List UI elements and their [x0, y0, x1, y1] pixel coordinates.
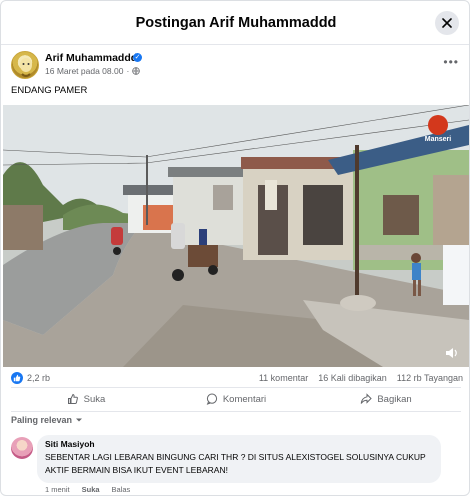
- comment-actions: 1 menit Suka Balas: [45, 485, 130, 494]
- street-scene-image: Manseri: [3, 105, 469, 367]
- author-name[interactable]: Arif Muhammaddd: [45, 52, 137, 64]
- sort-label: Paling relevan: [11, 415, 73, 425]
- chevron-down-icon: [76, 418, 83, 422]
- view-count: 112 rb Tayangan: [396, 373, 463, 383]
- photo-watermark: Manseri: [425, 136, 452, 143]
- comment-label: Komentari: [222, 393, 267, 405]
- close-button[interactable]: [435, 11, 459, 35]
- comment-like-button[interactable]: Suka: [82, 485, 100, 494]
- comment-sort-dropdown[interactable]: Paling relevan: [11, 415, 83, 425]
- share-label: Bagikan: [377, 393, 412, 405]
- comment-text: SEBENTAR LAGI LEBARAN BINGUNG CARI THR ?…: [45, 452, 426, 475]
- comment-reply-button[interactable]: Balas: [112, 485, 131, 494]
- divider: [11, 411, 461, 412]
- post-meta: 16 Maret pada 08.00 ·: [45, 66, 141, 76]
- reaction-count[interactable]: 2,2 rb: [27, 373, 50, 383]
- thumbs-up-icon: [67, 393, 78, 404]
- modal-header: Postingan Arif Muhammaddd: [1, 1, 469, 45]
- like-label: Suka: [83, 393, 106, 405]
- share-icon: [361, 393, 373, 404]
- post-text: ENDANG PAMER: [11, 85, 88, 96]
- author-avatar[interactable]: [11, 51, 39, 79]
- verified-badge-icon: ✓: [133, 53, 142, 62]
- commenter-avatar[interactable]: [11, 437, 33, 459]
- post-photo[interactable]: Manseri: [3, 105, 469, 367]
- like-button[interactable]: Suka: [11, 387, 161, 411]
- comment-button[interactable]: Komentari: [161, 387, 311, 411]
- more-options-button[interactable]: •••: [443, 55, 459, 69]
- comment-count[interactable]: 11 komentar: [259, 373, 308, 383]
- close-icon: [442, 18, 452, 28]
- globe-icon: [132, 67, 141, 75]
- share-button[interactable]: Bagikan: [311, 387, 461, 411]
- volume-icon[interactable]: [445, 347, 459, 359]
- post-stats: 2,2 rb 11 komentar 16 Kali dibagikan 112…: [11, 371, 463, 387]
- avatar-image: [20, 58, 32, 77]
- modal-title: Postingan Arif Muhammaddd: [135, 14, 337, 31]
- comment-icon: [206, 393, 217, 405]
- post-modal: Postingan Arif Muhammaddd Arif Muhammadd…: [0, 0, 470, 496]
- like-reaction-icon: [11, 372, 23, 384]
- post-header: Arif Muhammaddd ✓ 16 Maret pada 08.00 · …: [11, 51, 461, 83]
- post-timestamp[interactable]: 16 Maret pada 08.00: [45, 66, 123, 76]
- comment-bubble: Siti Masiyoh SEBENTAR LAGI LEBARAN BINGU…: [37, 435, 441, 483]
- comment-author[interactable]: Siti Masiyoh: [45, 439, 433, 449]
- post-actions: Suka Komentari Bagikan: [11, 387, 461, 411]
- comment-time[interactable]: 1 menit: [45, 485, 70, 494]
- share-count[interactable]: 16 Kali dibagikan: [318, 373, 387, 383]
